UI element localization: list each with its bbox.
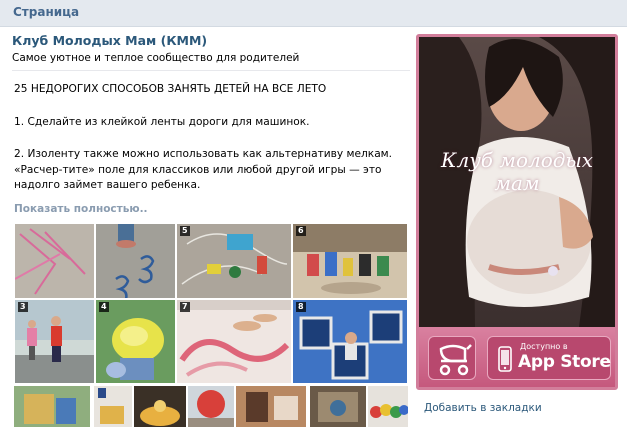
thumbnail-photo[interactable] [14,386,90,427]
collage-photo-tape-hopscotch[interactable] [14,223,95,299]
app-store-caption: Доступно в [520,342,568,351]
stroller-icon [439,344,472,376]
ad-logo-line-1: Клуб молодых [440,148,594,172]
tile-number: 4 [99,302,109,312]
collage-photo-kids-yard[interactable]: 3 [14,299,95,384]
thumbnail-photo[interactable] [310,386,366,427]
tile-number: 7 [180,302,190,312]
thumbnail-photo[interactable] [236,386,306,427]
thumbnail-photo[interactable] [188,386,234,427]
app-store-button[interactable]: Доступно в App Store [487,336,611,380]
group-description: Самое уютное и теплое сообщество для род… [12,52,300,64]
phone-icon [498,346,512,372]
page-title: Страница [13,5,80,19]
stroller-button[interactable] [428,336,476,380]
app-advertisement[interactable]: Клуб молодых мам Доступно в App Store [416,34,618,390]
collage-photo-paint-bottles[interactable]: 6 [292,223,408,299]
collage-photo-tape-art[interactable]: 5 [176,223,292,299]
tile-number: 6 [296,226,306,236]
post-header: Клуб Молодых Мам (КММ) Самое уютное и те… [12,33,410,71]
thumbnail-photo[interactable] [134,386,186,427]
group-name-link[interactable]: Клуб Молодых Мам (КММ) [12,33,410,49]
post-item-2: 2. Изоленту также можно использовать как… [14,148,393,191]
photo-collage[interactable]: 3 4 5 6 7 8 [14,223,408,384]
post-headline: 25 НЕДОРОГИХ СПОСОБОВ ЗАНЯТЬ ДЕТЕЙ НА ВС… [14,83,327,95]
show-more-link[interactable]: Показать полностью.. [14,203,148,215]
collage-photo-yellow-paint[interactable]: 4 [95,299,176,384]
collage-photo-foot-painting[interactable]: 7 [176,299,292,384]
post-item-1: 1. Сделайте из клейкой ленты дороги для … [14,115,310,128]
add-bookmark-link[interactable]: Добавить в закладки [424,402,542,414]
ad-logo-line-2: мам [494,171,540,195]
collage-photo-frames[interactable]: 8 [292,299,408,384]
page-header: Страница [0,0,627,27]
thumbnail-photo[interactable] [94,386,132,427]
tile-number: 8 [296,302,306,312]
collage-photo-chalk-numbers[interactable] [95,223,176,299]
tile-number: 5 [180,226,190,236]
photo-thumbnails [14,386,408,427]
tile-number: 3 [18,302,28,312]
app-store-label: App Store [518,352,611,372]
ad-bottom-bar: Доступно в App Store [419,327,615,387]
post-text: 25 НЕДОРОГИХ СПОСОБОВ ЗАНЯТЬ ДЕТЕЙ НА ВС… [14,82,408,194]
thumbnail-photo[interactable] [368,386,408,427]
post: Клуб Молодых Мам (КММ) Самое уютное и те… [12,33,410,71]
ad-logo: Клуб молодых мам [419,149,615,195]
